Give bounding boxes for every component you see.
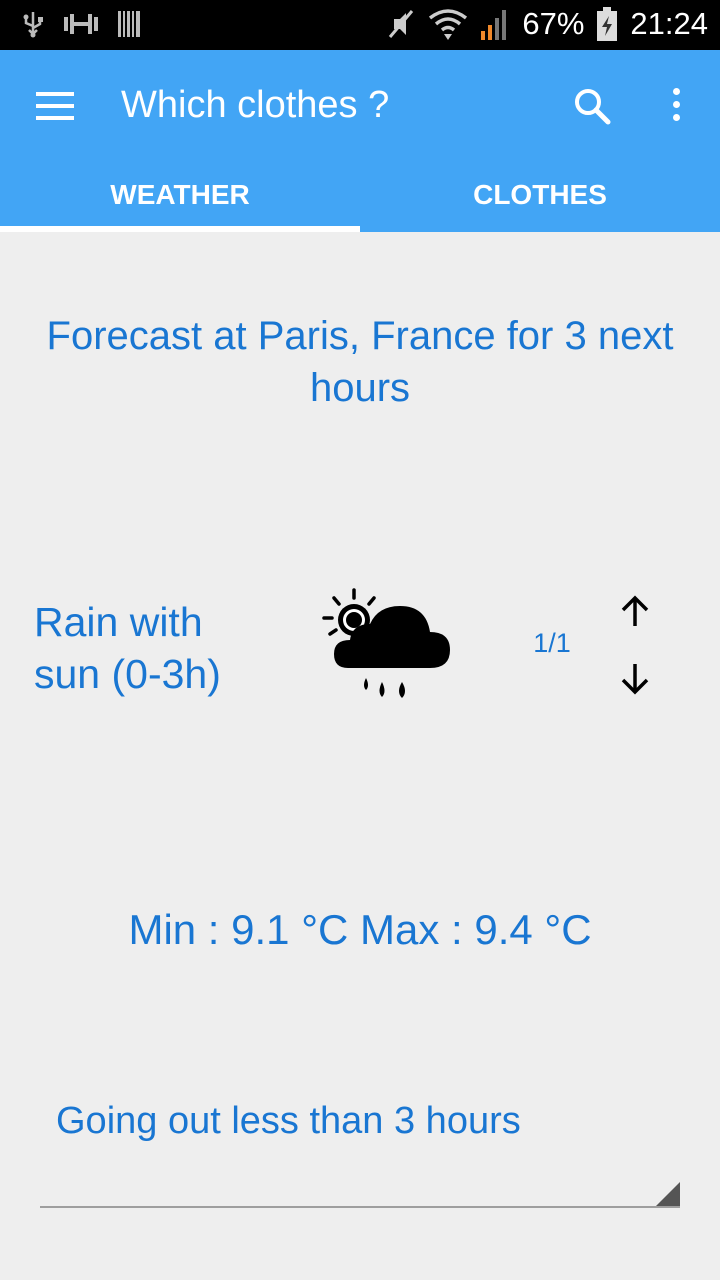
battery-percent: 67%	[522, 6, 585, 41]
mute-icon	[389, 10, 414, 38]
barcode-icon	[118, 11, 140, 37]
status-bar-notifications	[22, 10, 140, 38]
duration-select-value: Going out less than 3 hours	[56, 1100, 521, 1142]
spinner-underline	[40, 1206, 680, 1208]
app-title: Which clothes ?	[121, 84, 390, 126]
forecast-title: Forecast at Paris, France for 3 next hou…	[46, 314, 674, 410]
fitness-icon	[64, 14, 98, 34]
tab-weather[interactable]: WEATHER	[0, 162, 360, 232]
sun-rain-cloud-icon	[322, 588, 450, 698]
status-bar-system: 67% 21:24	[386, 6, 708, 42]
search-icon[interactable]	[572, 86, 612, 126]
dropdown-corner-icon	[656, 1182, 680, 1206]
weather-condition: Rain with sun (0-3h)	[34, 599, 221, 697]
app-bar: Which clothes ? WEATHER CLOTHES	[0, 50, 720, 232]
arrow-up-icon[interactable]	[615, 592, 655, 632]
battery-charging-icon	[597, 7, 618, 41]
clock: 21:24	[630, 6, 708, 41]
status-bar: 67% 21:24	[0, 0, 720, 50]
more-options-icon[interactable]	[662, 88, 690, 128]
page-counter: 1/1	[533, 628, 571, 658]
temperature-range: Min : 9.1 °C Max : 9.4 °C	[128, 906, 592, 953]
menu-icon[interactable]	[36, 92, 76, 122]
signal-icon	[481, 10, 507, 40]
tab-clothes[interactable]: CLOTHES	[360, 162, 720, 232]
duration-select[interactable]: Going out less than 3 hours	[40, 1090, 680, 1208]
tab-indicator	[0, 226, 360, 232]
usb-icon	[23, 12, 43, 38]
arrow-down-icon[interactable]	[615, 658, 655, 698]
wifi-icon	[429, 9, 468, 40]
